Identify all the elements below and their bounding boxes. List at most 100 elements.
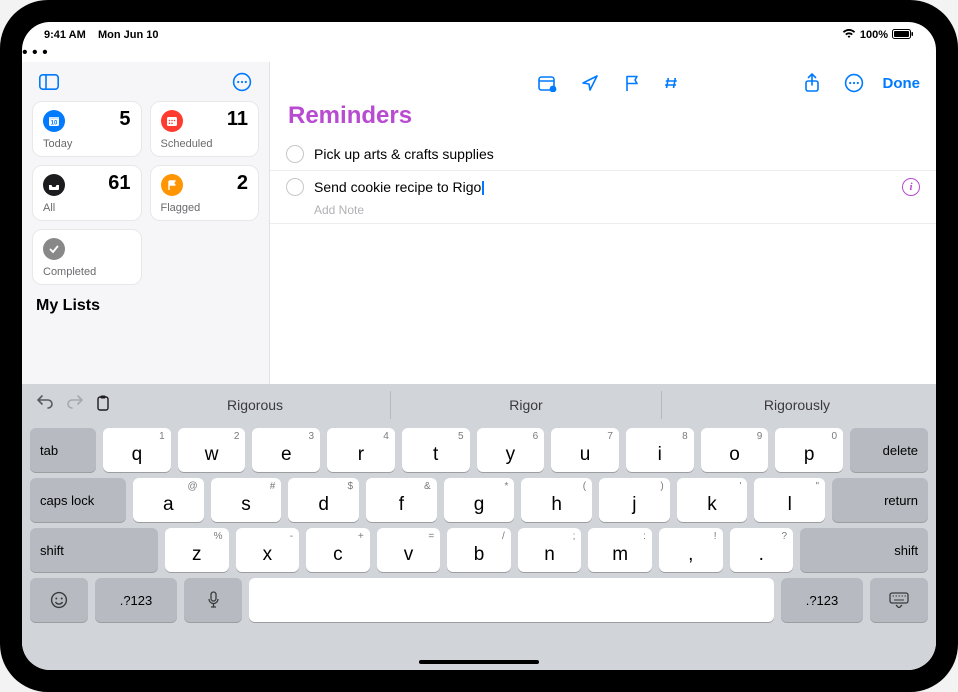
key-return[interactable]: return <box>832 478 928 522</box>
info-button[interactable]: i <box>902 178 920 196</box>
smart-list-completed[interactable]: Completed <box>32 229 142 285</box>
grip-dots-icon[interactable]: • • • <box>22 44 936 62</box>
key-x[interactable]: x- <box>236 528 300 572</box>
key-g[interactable]: g* <box>444 478 515 522</box>
status-bar: 9:41 AM Mon Jun 10 100% <box>22 22 936 44</box>
on-screen-keyboard: Rigorous Rigor Rigorously tab q1w2e3r4t5… <box>22 384 936 670</box>
main-pane: Done Reminders Pick up arts & crafts sup… <box>270 62 936 384</box>
wifi-icon <box>842 29 856 42</box>
main-more-button[interactable] <box>841 70 867 96</box>
main-toolbar: Done <box>270 62 936 98</box>
key-z[interactable]: z% <box>165 528 229 572</box>
key-mode-right[interactable]: .?123 <box>781 578 863 622</box>
home-indicator[interactable] <box>419 660 539 664</box>
key-delete[interactable]: delete <box>850 428 928 472</box>
key-h[interactable]: h( <box>521 478 592 522</box>
tag-button[interactable] <box>661 70 687 96</box>
today-count: 5 <box>119 108 130 131</box>
key-p[interactable]: p0 <box>775 428 843 472</box>
key-l[interactable]: l" <box>754 478 825 522</box>
prediction-2[interactable]: Rigor <box>390 391 661 419</box>
add-note-placeholder[interactable]: Add Note <box>270 203 936 224</box>
key-mode-left[interactable]: .?123 <box>95 578 177 622</box>
calendar-button[interactable] <box>535 70 561 96</box>
key-v[interactable]: v= <box>377 528 441 572</box>
key-,[interactable]: ,! <box>659 528 723 572</box>
prediction-1[interactable]: Rigorous <box>120 391 390 419</box>
key-shift-left[interactable]: shift <box>30 528 158 572</box>
app-content: 10 5 Today 11 Scheduled 61 <box>22 62 936 384</box>
smart-lists-grid: 10 5 Today 11 Scheduled 61 <box>32 101 259 285</box>
calendar-dots-icon <box>161 110 183 132</box>
sidebar-toggle-button[interactable] <box>36 69 62 95</box>
all-count: 61 <box>108 172 130 195</box>
key-i[interactable]: i8 <box>626 428 694 472</box>
clipboard-button[interactable] <box>96 395 110 416</box>
flag-button[interactable] <box>619 70 645 96</box>
key-a[interactable]: a@ <box>133 478 204 522</box>
key-u[interactable]: u7 <box>551 428 619 472</box>
screen: 9:41 AM Mon Jun 10 100% • • • <box>22 22 936 670</box>
keyboard-prediction-bar: Rigorous Rigor Rigorously <box>26 388 932 422</box>
reminder-text-input[interactable]: Send cookie recipe to Rigo <box>314 179 892 195</box>
key-emoji[interactable] <box>30 578 88 622</box>
flag-icon <box>161 174 183 196</box>
key-j[interactable]: j) <box>599 478 670 522</box>
key-s[interactable]: s# <box>211 478 282 522</box>
smart-list-all[interactable]: 61 All <box>32 165 142 221</box>
key-b[interactable]: b/ <box>447 528 511 572</box>
key-k[interactable]: k' <box>677 478 748 522</box>
scheduled-label: Scheduled <box>161 138 213 150</box>
redo-button[interactable] <box>66 395 84 416</box>
inbox-icon <box>43 174 65 196</box>
completed-label: Completed <box>43 266 96 278</box>
flagged-label: Flagged <box>161 202 201 214</box>
svg-text:10: 10 <box>51 120 58 126</box>
smart-list-flagged[interactable]: 2 Flagged <box>150 165 260 221</box>
key-w[interactable]: w2 <box>178 428 246 472</box>
ipad-frame: 9:41 AM Mon Jun 10 100% • • • <box>0 0 958 692</box>
key-capslock[interactable]: caps lock <box>30 478 126 522</box>
key-space[interactable] <box>249 578 774 622</box>
status-date: Mon Jun 10 <box>98 29 159 41</box>
undo-button[interactable] <box>36 395 54 416</box>
reminder-radio[interactable] <box>286 145 304 163</box>
key-dictate[interactable] <box>184 578 242 622</box>
key-q[interactable]: q1 <box>103 428 171 472</box>
my-lists-heading: My Lists <box>36 297 255 315</box>
sidebar: 10 5 Today 11 Scheduled 61 <box>22 62 270 384</box>
key-c[interactable]: c+ <box>306 528 370 572</box>
location-button[interactable] <box>577 70 603 96</box>
key-y[interactable]: y6 <box>477 428 545 472</box>
share-button[interactable] <box>799 70 825 96</box>
list-title: Reminders <box>270 98 936 138</box>
reminder-text[interactable]: Pick up arts & crafts supplies <box>314 146 920 162</box>
key-f[interactable]: f& <box>366 478 437 522</box>
status-left: 9:41 AM Mon Jun 10 <box>44 29 159 41</box>
reminder-row[interactable]: Pick up arts & crafts supplies <box>270 138 936 171</box>
flagged-count: 2 <box>237 172 248 195</box>
key-d[interactable]: d$ <box>288 478 359 522</box>
smart-list-scheduled[interactable]: 11 Scheduled <box>150 101 260 157</box>
reminder-radio[interactable] <box>286 178 304 196</box>
key-m[interactable]: m: <box>588 528 652 572</box>
done-button[interactable]: Done <box>883 75 921 92</box>
key-r[interactable]: r4 <box>327 428 395 472</box>
prediction-3[interactable]: Rigorously <box>661 391 932 419</box>
key-n[interactable]: n; <box>518 528 582 572</box>
smart-list-today[interactable]: 10 5 Today <box>32 101 142 157</box>
key-t[interactable]: t5 <box>402 428 470 472</box>
key-shift-right[interactable]: shift <box>800 528 928 572</box>
key-o[interactable]: o9 <box>701 428 769 472</box>
key-.[interactable]: .? <box>730 528 794 572</box>
key-dismiss-keyboard[interactable] <box>870 578 928 622</box>
key-e[interactable]: e3 <box>252 428 320 472</box>
check-icon <box>43 238 65 260</box>
battery-icon <box>892 29 914 42</box>
today-label: Today <box>43 138 72 150</box>
all-label: All <box>43 202 55 214</box>
scheduled-count: 11 <box>227 108 248 131</box>
reminder-row-editing[interactable]: Send cookie recipe to Rigo i <box>270 171 936 203</box>
key-tab[interactable]: tab <box>30 428 96 472</box>
more-button[interactable] <box>229 69 255 95</box>
